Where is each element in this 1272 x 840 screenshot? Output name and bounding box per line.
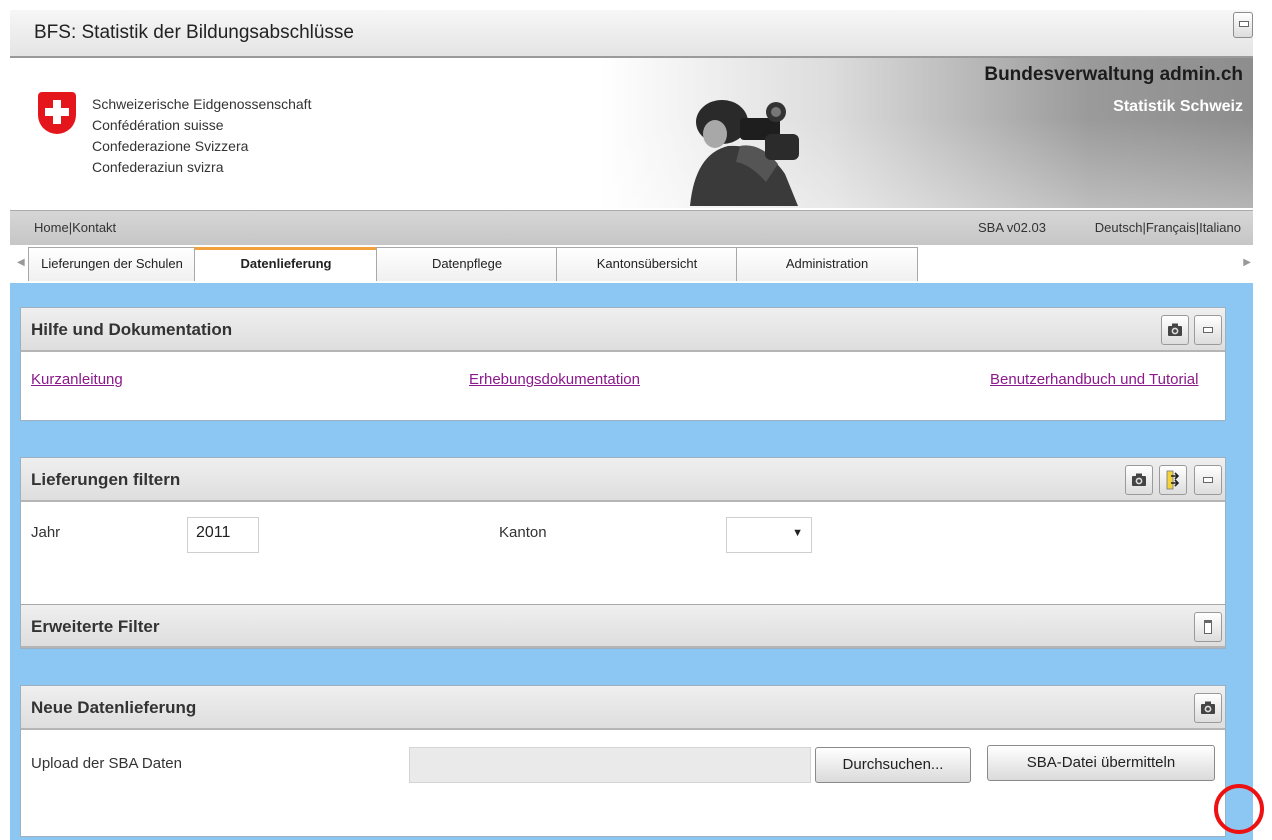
- filter-panel: Lieferungen filtern Jahr 2011 Kanton ▼ E…: [20, 457, 1226, 649]
- year-label: Jahr: [31, 524, 61, 541]
- erhebungsdokumentation-link[interactable]: Erhebungsdokumentation: [469, 371, 640, 388]
- help-panel-title: Hilfe und Dokumentation: [31, 320, 233, 339]
- upload-panel-title: Neue Datenlieferung: [31, 698, 197, 717]
- tab-datenpflege[interactable]: Datenpflege: [376, 247, 558, 281]
- photographer-image: [690, 100, 799, 206]
- extended-filter-title: Erweiterte Filter: [31, 617, 160, 636]
- nav-bar: Home|Kontakt SBA v02.03 Deutsch|Français…: [10, 210, 1253, 246]
- help-panel: Hilfe und Dokumentation Kurzanleitung Er…: [20, 307, 1226, 421]
- tab-datenlieferung[interactable]: Datenlieferung: [194, 247, 378, 281]
- tab-kantonsuebersicht[interactable]: Kantonsübersicht: [556, 247, 738, 281]
- file-path-field[interactable]: [409, 747, 811, 783]
- canton-label: Kanton: [499, 524, 547, 541]
- upload-panel-header: Neue Datenlieferung: [21, 686, 1225, 730]
- contact-link[interactable]: Kontakt: [72, 220, 116, 235]
- print-icon[interactable]: [1161, 315, 1189, 345]
- tab-scroll-left-icon[interactable]: ◀: [17, 257, 25, 268]
- language-switcher: Deutsch|Français|Italiano: [1094, 220, 1241, 235]
- lang-de-link[interactable]: Deutsch: [1095, 220, 1143, 235]
- tab-lieferungen-der-schulen[interactable]: Lieferungen der Schulen: [28, 247, 196, 281]
- chevron-down-icon: ▼: [792, 527, 803, 539]
- extended-filter-header[interactable]: Erweiterte Filter: [21, 604, 1225, 648]
- upload-panel: Neue Datenlieferung Upload der SBA Daten…: [20, 685, 1226, 837]
- confederation-names: Schweizerische Eidgenossenschaft Confédé…: [92, 96, 312, 175]
- tab-administration[interactable]: Administration: [736, 247, 918, 281]
- collapse-filter-button[interactable]: [1194, 465, 1222, 495]
- tab-bar: ◀ Lieferungen der Schulen Datenlieferung…: [10, 245, 1253, 283]
- lang-it-link[interactable]: Italiano: [1199, 220, 1241, 235]
- swiss-coat-of-arms-icon: [38, 92, 76, 134]
- expand-extended-filter-button[interactable]: [1194, 612, 1222, 642]
- filter-panel-header: Lieferungen filtern: [21, 458, 1225, 502]
- upload-label: Upload der SBA Daten: [31, 755, 182, 772]
- benutzerhandbuch-link[interactable]: Benutzerhandbuch und Tutorial: [990, 371, 1198, 388]
- application-window: BFS: Statistik der Bildungsabschlüsse Sc…: [10, 10, 1253, 840]
- version-label: SBA v02.03: [978, 220, 1046, 235]
- collapse-help-button[interactable]: [1194, 315, 1222, 345]
- portal-link[interactable]: Bundesverwaltung admin.ch: [984, 64, 1243, 86]
- browse-button[interactable]: Durchsuchen...: [815, 747, 971, 783]
- submit-sba-file-button[interactable]: SBA-Datei übermitteln: [987, 745, 1215, 781]
- header-banner: Schweizerische Eidgenossenschaft Confédé…: [10, 58, 1253, 208]
- kurzanleitung-link[interactable]: Kurzanleitung: [31, 371, 123, 388]
- minimize-button[interactable]: [1233, 12, 1253, 38]
- office-name: Statistik Schweiz: [1113, 98, 1243, 115]
- help-panel-header: Hilfe und Dokumentation: [21, 308, 1225, 352]
- tab-scroll-right-icon[interactable]: ▶: [1243, 257, 1251, 268]
- year-input[interactable]: 2011: [187, 517, 259, 553]
- window-title: BFS: Statistik der Bildungsabschlüsse: [34, 22, 354, 43]
- canton-select[interactable]: ▼: [726, 517, 812, 553]
- annotation-circle: [1214, 784, 1264, 834]
- print-icon[interactable]: [1125, 465, 1153, 495]
- lang-fr-link[interactable]: Français: [1146, 220, 1196, 235]
- title-bar: BFS: Statistik der Bildungsabschlüsse: [10, 10, 1253, 58]
- print-icon[interactable]: [1194, 693, 1222, 723]
- filter-panel-title: Lieferungen filtern: [31, 470, 181, 489]
- content-area: Hilfe und Dokumentation Kurzanleitung Er…: [10, 283, 1253, 840]
- home-link[interactable]: Home: [34, 220, 69, 235]
- export-arrows-icon[interactable]: [1159, 465, 1187, 495]
